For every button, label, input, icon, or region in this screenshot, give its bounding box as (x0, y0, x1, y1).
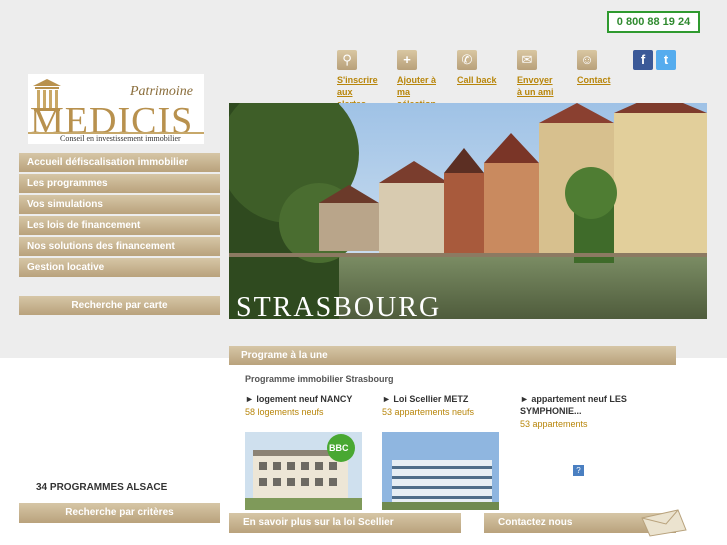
nav-financing-laws[interactable]: Les lois de financement (19, 216, 220, 235)
selection-label-1: Ajouter à (397, 75, 437, 85)
featured-bar: Programe à la une (229, 346, 676, 365)
featured-subtitle[interactable]: Programme immobilier Strasbourg (245, 374, 394, 384)
nav-programs[interactable]: Les programmes (19, 174, 220, 193)
program-count: 53 appartements (520, 419, 588, 429)
program-card[interactable]: ► appartement neuf LES SYMPHONIE... 53 a… (520, 393, 638, 429)
send-label-2: à un ami (517, 87, 554, 97)
map-search-button[interactable]: Recherche par carte (19, 296, 220, 315)
add-selection-link[interactable]: + Ajouter àma sélection (387, 48, 443, 109)
program-count: 58 logements neufs (245, 407, 324, 417)
bbc-badge: BBC (329, 443, 349, 453)
facebook-icon[interactable]: f (633, 50, 653, 70)
location-pin-icon: ⚲ (337, 50, 357, 70)
hero-image (229, 103, 707, 319)
criteria-search-button[interactable]: Recherche par critères (19, 503, 220, 523)
contact-label: Contact (577, 75, 611, 85)
logo-tagline: Conseil en investissement immobilier (60, 134, 181, 143)
logo-patrimoine: Patrimoine (130, 84, 193, 99)
program-thumbnail[interactable]: BBC (245, 432, 362, 510)
twitter-icon[interactable]: t (656, 50, 676, 70)
hero-city-title: STRASBOURG (236, 292, 442, 323)
program-title[interactable]: ► Loi Scellier METZ (382, 393, 500, 405)
envelope-icon: ✉ (517, 50, 537, 70)
program-card[interactable]: ► Loi Scellier METZ 53 appartements neuf… (382, 393, 500, 417)
phone-number[interactable]: 0 800 88 19 24 (607, 11, 700, 33)
call-back-link[interactable]: ✆ Call back (447, 48, 503, 102)
help-icon[interactable]: ? (573, 465, 584, 476)
nav-rental-management[interactable]: Gestion locative (19, 258, 220, 277)
program-title[interactable]: ► logement neuf NANCY (245, 393, 363, 405)
send-label-1: Envoyer (517, 75, 553, 85)
program-thumbnail[interactable] (382, 432, 499, 510)
nav-financing-solutions[interactable]: Nos solutions des financement (19, 237, 220, 256)
envelope-icon[interactable] (640, 508, 688, 538)
callback-label: Call back (457, 75, 497, 85)
alerts-label-1: S'inscrire (337, 75, 378, 85)
region-program-count: 34 PROGRAMMES ALSACE (36, 482, 168, 493)
nav-home[interactable]: Accueil défiscalisation immobilier (19, 153, 220, 172)
program-card[interactable]: ► logement neuf NANCY 58 logements neufs (245, 393, 363, 417)
contact-link[interactable]: ☺ Contact (567, 48, 623, 102)
user-icon: ☺ (577, 50, 597, 70)
plus-icon: + (397, 50, 417, 70)
program-count: 53 appartements neufs (382, 407, 475, 417)
scellier-link[interactable]: En savoir plus sur la loi Scellier (229, 513, 461, 533)
alerts-link[interactable]: ⚲ S'inscrireaux alertes (327, 48, 383, 109)
nav-simulations[interactable]: Vos simulations (19, 195, 220, 214)
strasbourg-photo (229, 103, 707, 319)
logo[interactable]: Patrimoine MEDICIS Conseil en investisse… (28, 74, 204, 144)
phone-icon: ✆ (457, 50, 477, 70)
program-title[interactable]: ► appartement neuf LES SYMPHONIE... (520, 393, 638, 417)
send-friend-link[interactable]: ✉ Envoyer à un ami (507, 48, 563, 102)
